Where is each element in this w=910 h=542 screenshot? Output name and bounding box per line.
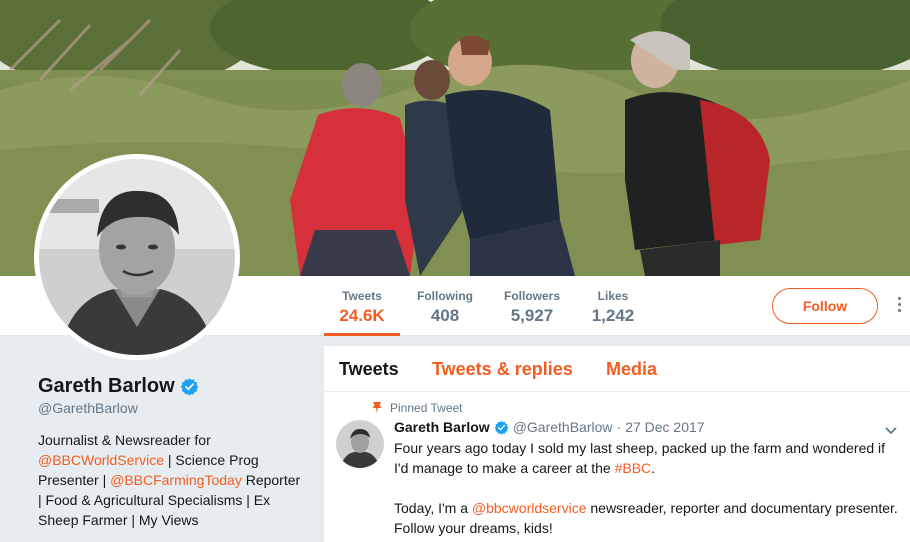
tweet-text-span: Today, I'm a (394, 500, 472, 516)
more-options-icon[interactable] (893, 295, 905, 317)
profile-handle[interactable]: @GarethBarlow (38, 400, 138, 416)
tweet-paragraph-gap (394, 478, 904, 498)
verified-badge-icon (180, 377, 198, 396)
stat-tweets[interactable]: Tweets 24.6K (324, 276, 400, 336)
stat-likes[interactable]: Likes 1,242 (582, 276, 644, 336)
tab-tweets-and-replies[interactable]: Tweets & replies (432, 359, 573, 380)
bio-mention-bbcfarmingtoday[interactable]: @BBCFarmingToday (110, 472, 242, 488)
bio-line: | Food & Agricultural Specialisms | Ex (38, 492, 271, 508)
tweet-timestamp[interactable]: 27 Dec 2017 (625, 419, 704, 435)
tweet-author-handle[interactable]: @GarethBarlow (513, 419, 613, 435)
profile-name[interactable]: Gareth Barlow (38, 375, 175, 398)
stat-following-label: Following (417, 289, 473, 303)
stat-tweets-label: Tweets (342, 289, 382, 303)
tab-tweets[interactable]: Tweets (339, 359, 399, 380)
tweet-text-span: I'd manage to make a career at the (394, 460, 615, 476)
tweet-separator: · (616, 419, 622, 435)
stat-following[interactable]: Following 408 (405, 276, 485, 336)
bio-line: @BBCWorldService | Science Prog (38, 450, 308, 470)
timeline-tabs: Tweets Tweets & replies Media (324, 346, 910, 392)
tweet-header: Gareth Barlow @GarethBarlow · 27 Dec 201… (394, 419, 705, 435)
tweet-avatar[interactable] (336, 420, 384, 468)
bio-line: Journalist & Newsreader for (38, 432, 211, 448)
hashtag-bbc[interactable]: #BBC (615, 460, 652, 476)
tweet-text-span: . (651, 460, 656, 476)
bio-line: Sheep Farmer | My Views (38, 512, 199, 528)
stat-likes-value: 1,242 (591, 306, 635, 325)
bio-text: Reporter (241, 472, 301, 488)
bio-text: Presenter | (38, 472, 111, 488)
tweet-line: I'd manage to make a career at the #BBC. (394, 458, 904, 478)
chevron-down-icon[interactable] (884, 426, 898, 436)
mention-bbcworldservice[interactable]: @bbcworldservice (472, 500, 587, 516)
profile-page: Tweets 24.6K Following 408 Followers 5,9… (0, 0, 910, 542)
pin-icon (372, 402, 382, 414)
bio-mention-bbcworldservice[interactable]: @BBCWorldService (38, 452, 164, 468)
profile-name-row: Gareth Barlow (38, 372, 199, 400)
tweet-line: Four years ago today I sold my last shee… (394, 440, 886, 456)
tweet-text: Four years ago today I sold my last shee… (394, 438, 904, 538)
profile-avatar[interactable] (34, 154, 240, 360)
stat-followers-label: Followers (503, 289, 560, 303)
pinned-label: Pinned Tweet (390, 401, 463, 415)
bio-text: | Science Prog (164, 452, 259, 468)
tweet-line: Follow your dreams, kids! (394, 520, 553, 536)
stat-followers-value: 5,927 (510, 306, 554, 325)
timeline: Tweets Tweets & replies Media Pinned Twe… (324, 346, 910, 542)
bio-line: Presenter | @BBCFarmingToday Reporter (38, 470, 308, 490)
stat-tweets-value: 24.6K (339, 306, 385, 325)
stat-following-value: 408 (430, 306, 460, 325)
tweet-text-span: newsreader, reporter and documentary pre… (586, 500, 898, 516)
avatar-photo (39, 159, 235, 355)
tweet-line: Today, I'm a @bbcworldservice newsreader… (394, 498, 904, 518)
tab-media[interactable]: Media (606, 359, 657, 380)
stat-likes-label: Likes (597, 289, 629, 303)
tweet-avatar-photo (336, 420, 384, 468)
follow-button[interactable]: Follow (772, 288, 878, 324)
profile-bio: Journalist & Newsreader for @BBCWorldSer… (38, 430, 308, 530)
pinned-tweet-context: Pinned Tweet (370, 401, 463, 415)
tweet-author-name[interactable]: Gareth Barlow (394, 419, 490, 435)
verified-badge-icon (494, 420, 509, 435)
stat-followers[interactable]: Followers 5,927 (496, 276, 568, 336)
